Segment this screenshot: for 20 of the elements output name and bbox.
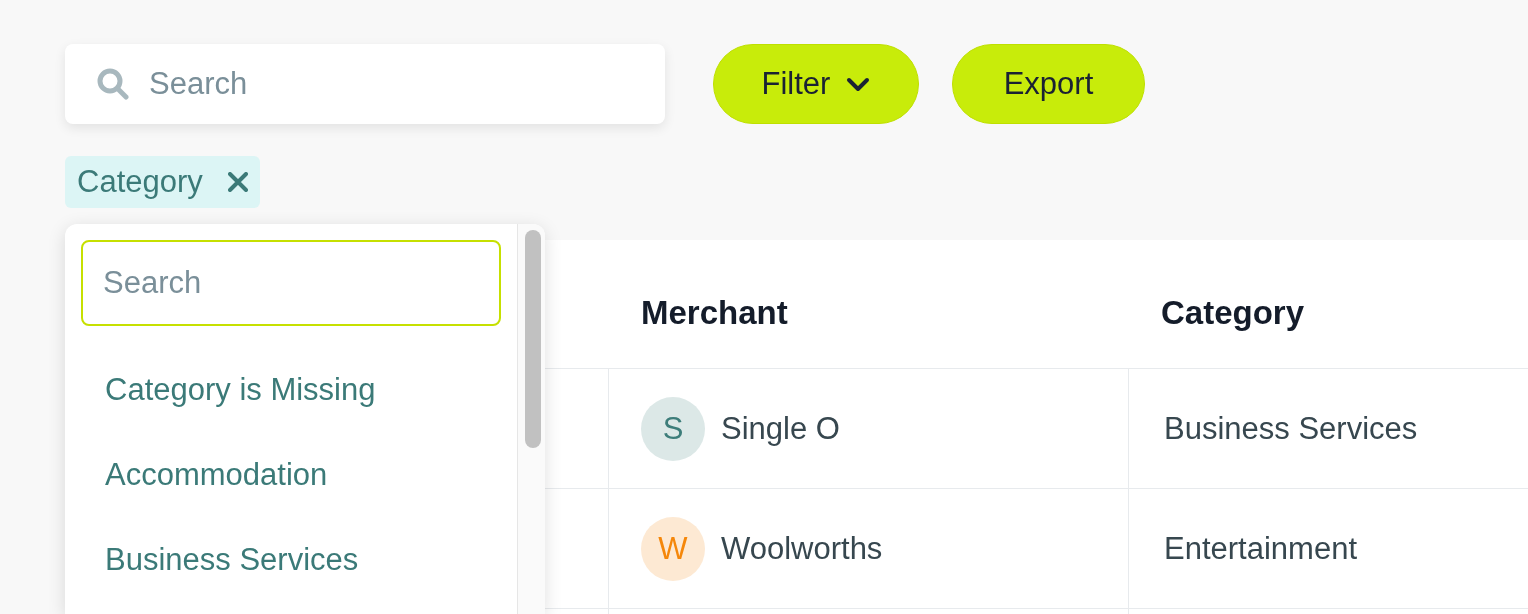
merchant-avatar: S [641, 396, 705, 461]
merchant-name: Woolworths [721, 530, 883, 567]
close-icon[interactable] [227, 172, 248, 192]
merchant-name: Single O [721, 410, 840, 447]
export-button[interactable]: Export [952, 44, 1145, 124]
search-icon [97, 68, 129, 100]
column-header[interactable]: Category [1129, 240, 1528, 368]
merchant-avatar: W [641, 516, 705, 581]
filter-chip-label: Category [77, 164, 203, 200]
dropdown-option[interactable]: Business Services [81, 517, 359, 602]
filter-button[interactable]: Filter [713, 44, 919, 124]
dropdown-option[interactable]: Accommodation [81, 432, 328, 517]
table-cell-text: Business Services [1163, 409, 1419, 448]
table-cell-text: Entertainment [1163, 529, 1358, 568]
chevron-down-icon [846, 76, 871, 92]
search-field[interactable]: Search [65, 44, 665, 124]
dropdown-option[interactable]: Category is Missing [81, 347, 376, 432]
dropdown-search-field[interactable]: Search [81, 240, 501, 326]
column-header[interactable]: Merchant [609, 240, 1129, 368]
scrollbar-thumb[interactable] [525, 230, 541, 448]
